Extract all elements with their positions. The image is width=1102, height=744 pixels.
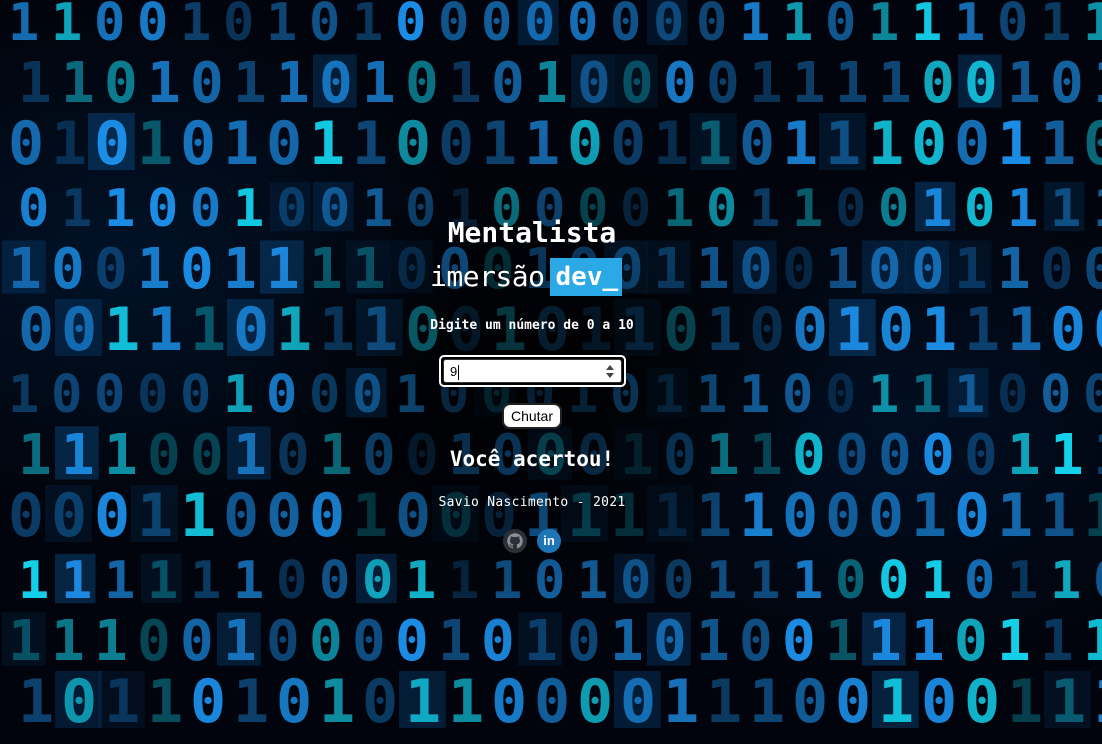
number-input-box	[443, 359, 622, 384]
page-title: Mentalista	[447, 216, 617, 249]
logo-text-dev: dev_	[549, 258, 623, 296]
number-prompt: Digite um número de 0 a 10	[430, 318, 634, 333]
footer-credit: Savio Nascimento - 2021	[438, 495, 626, 510]
linkedin-icon: in	[543, 533, 555, 548]
github-icon	[503, 529, 527, 553]
logo-text-imersao: imersão	[430, 260, 545, 293]
result-message: Você acertou!	[449, 447, 615, 471]
linkedin-link[interactable]: in	[537, 529, 561, 553]
github-link[interactable]	[503, 529, 527, 553]
number-input-frame	[439, 355, 626, 387]
spin-up-icon[interactable]	[606, 365, 614, 370]
number-input[interactable]	[444, 360, 600, 384]
game-panel: Mentalista imersão dev_ Digite um número…	[0, 0, 1102, 744]
number-spinner[interactable]	[606, 364, 615, 380]
social-links: in	[503, 529, 561, 553]
guess-button[interactable]: Chutar	[502, 403, 562, 429]
imersao-dev-logo: imersão dev_	[430, 258, 623, 296]
text-caret	[458, 365, 459, 380]
spin-down-icon[interactable]	[606, 373, 614, 378]
